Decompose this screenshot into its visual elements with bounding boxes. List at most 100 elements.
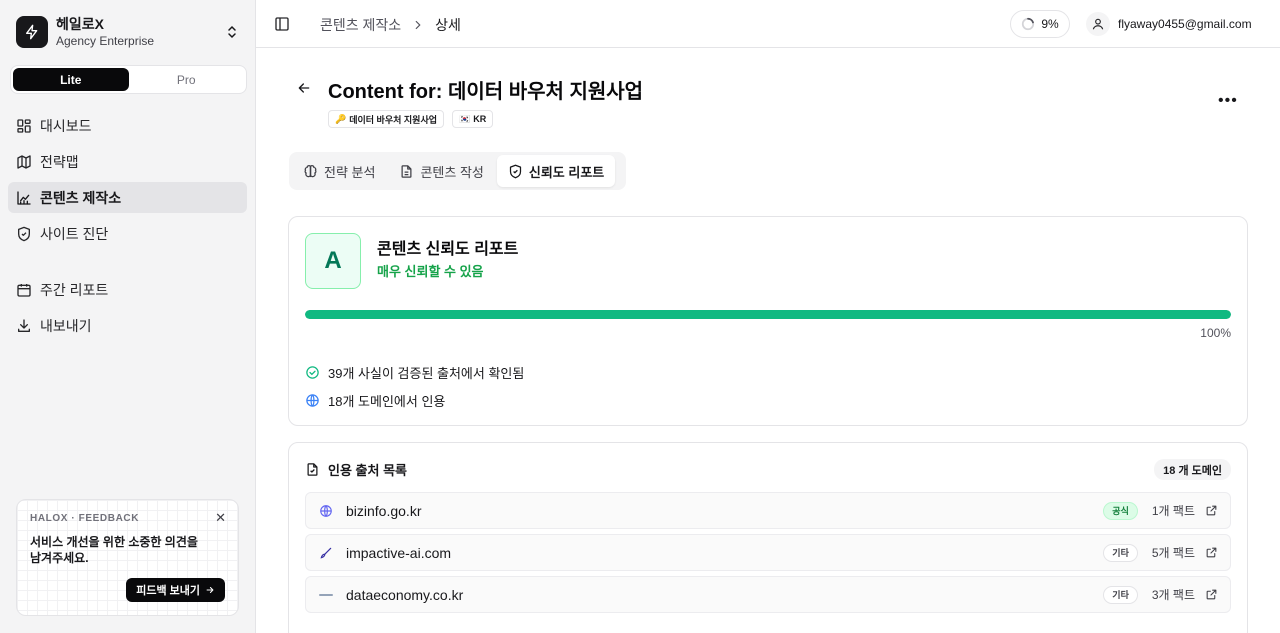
org-switcher[interactable]: 헤일로X Agency Enterprise <box>16 15 240 49</box>
brush-icon <box>318 545 334 561</box>
sidebar-item-label: 대시보드 <box>40 117 92 134</box>
sidebar-item-strategy-map[interactable]: 전략맵 <box>8 146 247 177</box>
source-domain: bizinfo.go.kr <box>346 502 422 519</box>
arrow-right-icon <box>206 586 214 594</box>
brain-icon <box>304 164 317 177</box>
external-link-icon[interactable] <box>1205 546 1218 559</box>
user-email: flyaway0455@gmail.com <box>1118 17 1252 31</box>
shield-check-icon <box>509 164 521 178</box>
sidebar-item-label: 내보내기 <box>40 317 92 334</box>
trust-progress-label: 100% <box>1200 326 1231 340</box>
usage-indicator[interactable]: 9% <box>1010 10 1070 38</box>
bolt-icon <box>16 16 48 48</box>
feedback-kicker: HALOX · FEEDBACK <box>30 513 140 524</box>
plan-toggle: Lite Pro <box>10 65 247 94</box>
source-type-badge: 기타 <box>1103 585 1138 604</box>
main-nav: 대시보드 전략맵 콘텐츠 제작소 사이트 진단 <box>8 110 247 254</box>
sidebar-item-weekly-report[interactable]: 주간 리포트 <box>8 274 247 305</box>
source-type-badge: 기타 <box>1103 543 1138 562</box>
source-domain: impactive-ai.com <box>346 544 452 561</box>
tab-content-writing[interactable]: 콘텐츠 작성 <box>388 155 494 187</box>
page-title: Content for: 데이터 바우처 지원사업 <box>328 81 644 103</box>
tab-label: 전략 분석 <box>324 164 376 180</box>
globe-icon <box>318 503 334 519</box>
source-fact-count: 5개 팩트 <box>1151 546 1195 560</box>
sources-card: 인용 출처 목록 18 개 도메인 bizinfo.go.kr 공식 1개 팩트… <box>288 442 1248 633</box>
plan-lite-option[interactable]: Lite <box>13 68 129 91</box>
grade-badge: A <box>305 233 361 289</box>
flag-icon: 🇰🇷 <box>459 113 471 124</box>
sidebar-item-export[interactable]: 내보내기 <box>8 310 247 341</box>
check-circle-icon <box>306 366 319 379</box>
key-icon: 🔑 <box>335 113 347 124</box>
sources-heading: 인용 출처 목록 <box>305 460 407 479</box>
map-icon <box>17 154 31 169</box>
source-fact-count: 3개 팩트 <box>1151 588 1195 602</box>
sidebar: 헤일로X Agency Enterprise Lite Pro 대시보드 전략맵… <box>0 0 256 633</box>
source-fact-count: 1개 팩트 <box>1151 504 1195 518</box>
sources-title: 인용 출처 목록 <box>328 463 407 478</box>
feedback-message: 서비스 개선을 위한 소중한 의견을 남겨주세요. <box>30 535 198 565</box>
sidebar-item-content-studio[interactable]: 콘텐츠 제작소 <box>8 182 247 213</box>
sources-count-badge: 18 개 도메인 <box>1154 459 1231 480</box>
send-feedback-label: 피드백 보내기 <box>136 585 200 597</box>
chevrons-up-down-icon[interactable] <box>224 24 240 40</box>
tab-label: 콘텐츠 작성 <box>420 164 484 180</box>
locale-tag: 🇰🇷 KR <box>452 110 494 128</box>
sidebar-item-label: 사이트 진단 <box>40 225 109 242</box>
external-link-icon[interactable] <box>1205 504 1218 517</box>
source-row[interactable]: impactive-ai.com 기타 5개 팩트 <box>305 534 1231 571</box>
plan-pro-option[interactable]: Pro <box>129 68 245 91</box>
secondary-nav: 주간 리포트 내보내기 <box>8 274 247 346</box>
locale-tag-label: KR <box>473 114 487 124</box>
site-logo-icon <box>318 587 334 603</box>
breadcrumb-detail: 상세 <box>435 17 461 33</box>
feedback-card: HALOX · FEEDBACK ✕ 서비스 개선을 위한 소중한 의견을 남겨… <box>16 499 239 616</box>
close-icon[interactable]: ✕ <box>215 510 226 526</box>
content-tabs: 전략 분석 콘텐츠 작성 신뢰도 리포트 <box>289 152 626 190</box>
trust-progress-bar <box>305 310 1231 319</box>
sidebar-item-label: 콘텐츠 제작소 <box>40 189 122 206</box>
report-title: 콘텐츠 신뢰도 리포트 <box>377 241 519 258</box>
top-header: 콘텐츠 제작소 상세 9% flyaway0455@gmail.com <box>256 0 1280 48</box>
sidebar-item-label: 주간 리포트 <box>40 281 109 298</box>
org-plan: Agency Enterprise <box>56 33 155 48</box>
cited-domains-row: 18개 도메인에서 인용 <box>305 391 445 410</box>
source-domain: dataeconomy.co.kr <box>346 586 464 603</box>
breadcrumb: 콘텐츠 제작소 상세 <box>320 15 461 35</box>
more-options-icon[interactable]: ••• <box>1218 92 1238 110</box>
user-icon <box>1086 12 1110 36</box>
tab-strategy-analysis[interactable]: 전략 분석 <box>292 155 386 187</box>
shield-check-icon <box>18 226 30 241</box>
chart-icon <box>17 190 31 205</box>
keyword-tag: 🔑 데이터 바우처 지원사업 <box>328 110 445 128</box>
source-row[interactable]: bizinfo.go.kr 공식 1개 팩트 <box>305 492 1231 529</box>
breadcrumb-content-studio[interactable]: 콘텐츠 제작소 <box>320 15 401 35</box>
globe-icon <box>306 394 319 407</box>
trust-report-card: A 콘텐츠 신뢰도 리포트 매우 신뢰할 수 있음 100% 39개 사실이 검… <box>288 216 1248 426</box>
arrow-left-icon <box>298 83 310 93</box>
send-feedback-button[interactable]: 피드백 보내기 <box>126 578 225 602</box>
tab-label: 신뢰도 리포트 <box>528 164 605 180</box>
download-icon <box>18 318 30 332</box>
chevron-right-icon <box>411 18 425 32</box>
trust-progress-fill <box>305 310 1231 319</box>
back-button[interactable] <box>296 80 312 101</box>
source-type-badge: 공식 <box>1103 501 1138 520</box>
loading-ring-icon <box>1022 17 1035 31</box>
org-name: 헤일로X <box>56 15 104 32</box>
source-row[interactable]: dataeconomy.co.kr 기타 3개 팩트 <box>305 576 1231 613</box>
cited-domains-text: 18개 도메인에서 인용 <box>328 394 446 409</box>
sidebar-item-dashboard[interactable]: 대시보드 <box>8 110 247 141</box>
keyword-tag-label: 데이터 바우처 지원사업 <box>349 114 438 125</box>
calendar-icon <box>17 283 31 297</box>
sidebar-toggle-icon[interactable] <box>274 16 290 37</box>
content-tags: 🔑 데이터 바우처 지원사업 🇰🇷 KR <box>328 110 494 128</box>
external-link-icon[interactable] <box>1205 588 1218 601</box>
tab-trust-report[interactable]: 신뢰도 리포트 <box>496 155 616 187</box>
verified-facts-text: 39개 사실이 검증된 출처에서 확인됨 <box>328 366 525 381</box>
user-menu[interactable]: flyaway0455@gmail.com <box>1086 12 1252 36</box>
sidebar-item-site-audit[interactable]: 사이트 진단 <box>8 218 247 249</box>
dashboard-icon <box>17 118 31 133</box>
verified-facts-row: 39개 사실이 검증된 출처에서 확인됨 <box>305 363 524 382</box>
